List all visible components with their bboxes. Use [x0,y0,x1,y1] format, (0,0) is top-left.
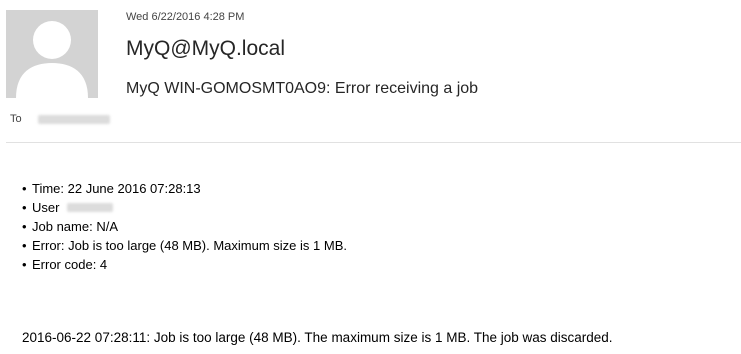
list-item-error-code: • Error code: 4 [22,255,347,274]
list-item-text: Error code: 4 [32,257,108,272]
log-line: 2016-06-22 07:28:11: Job is too large (4… [22,330,613,345]
person-silhouette-icon [16,21,88,98]
list-item-text: Error: Job is too large (48 MB). Maximum… [32,238,347,253]
recipient-row: To [10,111,110,127]
sender-avatar[interactable] [6,10,98,98]
bullet: • [22,200,27,215]
sent-date: Wed 6/22/2016 4:28 PM [126,11,245,23]
message-body-list: • Time: 22 June 2016 07:28:13 • User • J… [22,179,347,274]
list-item-text: User [32,200,60,215]
list-item-user: • User [22,198,347,217]
to-label: To [10,113,22,125]
redacted-user [67,203,114,212]
bullet: • [22,181,27,196]
list-item-job-name: • Job name: N/A [22,217,347,236]
bullet: • [22,238,27,253]
list-item-text: Time: 22 June 2016 07:28:13 [32,181,201,196]
list-item-text: Job name: N/A [32,219,118,234]
redacted-recipient [37,114,110,124]
bullet: • [22,219,27,234]
bullet: • [22,257,27,272]
message-header: Wed 6/22/2016 4:28 PM MyQ@MyQ.local MyQ … [0,0,741,142]
list-item-time: • Time: 22 June 2016 07:28:13 [22,179,347,198]
list-item-error: • Error: Job is too large (48 MB). Maxim… [22,236,347,255]
message-subject: MyQ WIN-GOMOSMT0AO9: Error receiving a j… [126,80,479,97]
sender-address[interactable]: MyQ@MyQ.local [126,37,285,61]
header-divider [6,142,741,143]
